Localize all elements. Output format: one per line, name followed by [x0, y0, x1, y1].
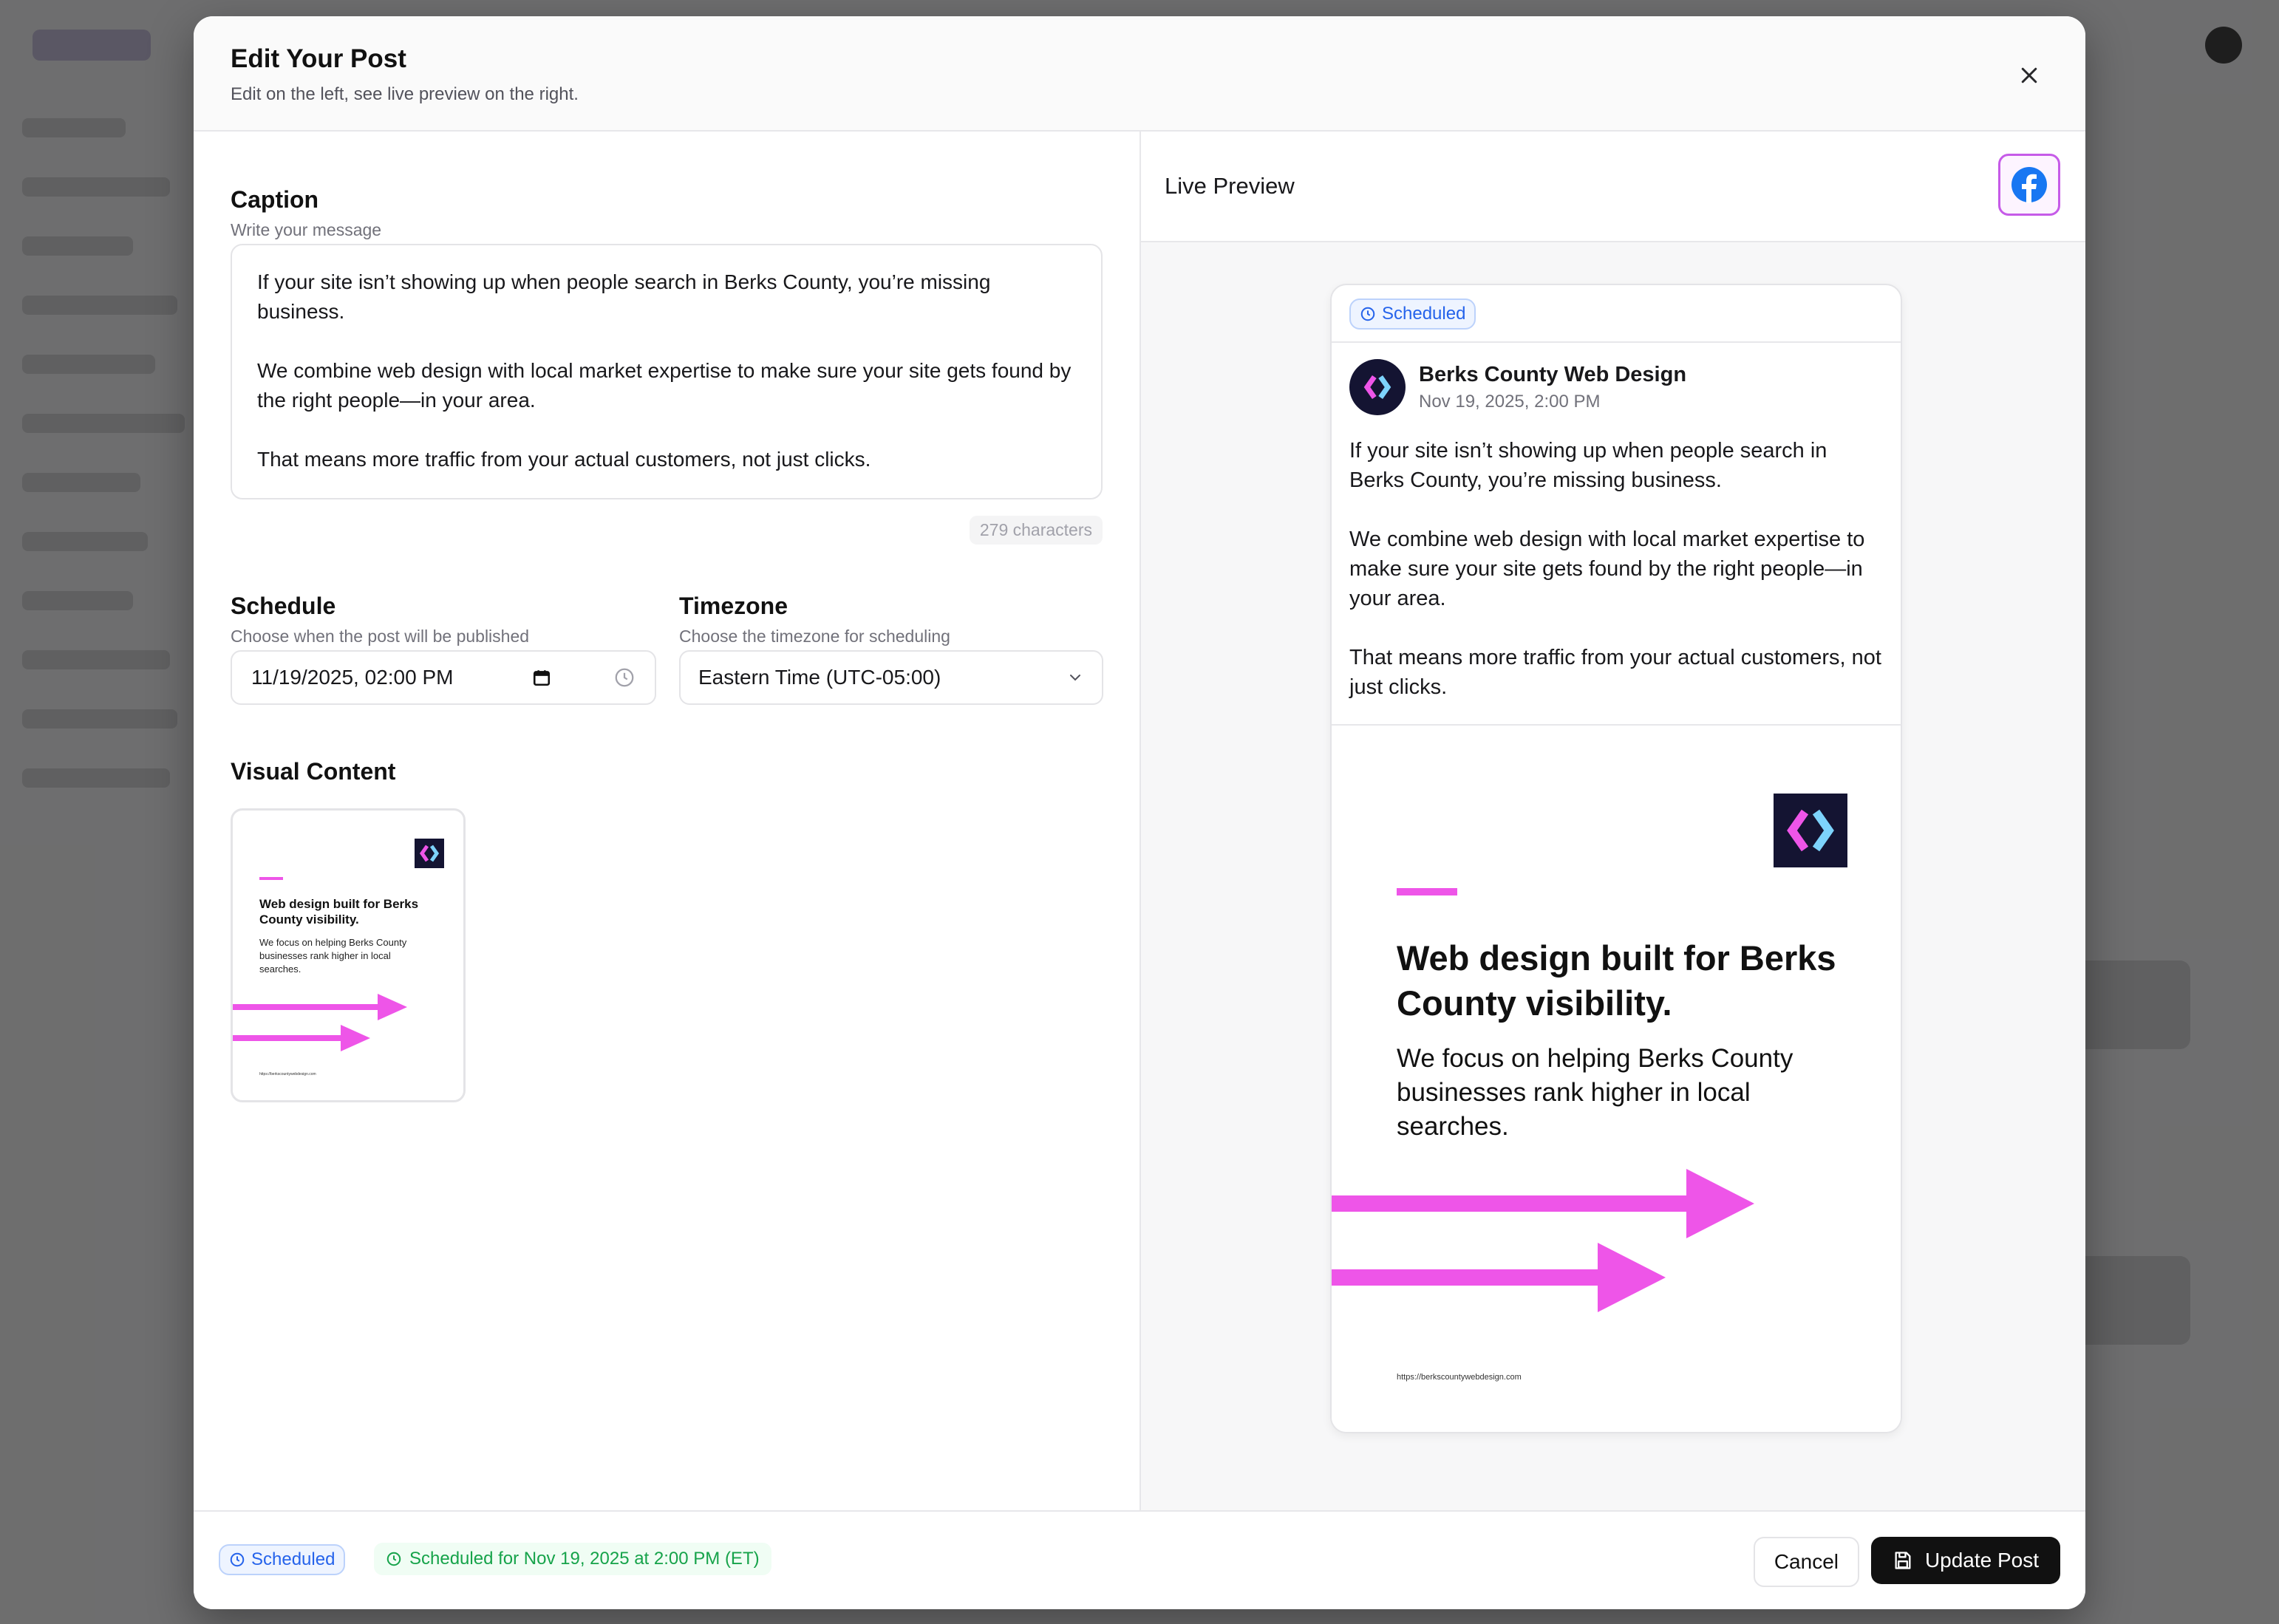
schedule-note-text: Scheduled for Nov 19, 2025 at 2:00 PM (E… [409, 1549, 760, 1569]
post-paragraph: We combine web design with local market … [1349, 528, 1865, 610]
character-count: 279 characters [969, 516, 1103, 545]
live-preview-panel: Live Preview Scheduled Berks County Web … [1141, 132, 2085, 1526]
preview-header: Live Preview [1141, 132, 2085, 242]
clock-icon [386, 1552, 401, 1566]
facebook-icon [2011, 167, 2047, 203]
avatar [1349, 359, 1406, 415]
schedule-datetime-input[interactable]: 11/19/2025, 02:00 PM [231, 650, 656, 705]
brand-logo [415, 839, 444, 868]
accent-bar [259, 877, 283, 880]
save-icon [1895, 1552, 1911, 1569]
facebook-platform-button[interactable] [1998, 154, 2060, 216]
close-button[interactable] [2010, 56, 2048, 95]
thumbnail-url: https://berkscountywebdesign.com [259, 1072, 316, 1077]
edit-post-modal: Edit Your Post Edit on the left, see liv… [194, 16, 2085, 1609]
caption-subtitle: Write your message [231, 220, 382, 239]
modal-footer: Scheduled Scheduled for Nov 19, 2025 at … [194, 1510, 2085, 1609]
clock-icon [615, 668, 634, 687]
timezone-select[interactable]: Eastern Time (UTC-05:00) [679, 650, 1103, 705]
post-paragraph: That means more traffic from your actual… [1349, 646, 1881, 699]
image-body: We focus on helping Berks County busines… [1397, 1044, 1793, 1141]
post-date: Nov 19, 2025, 2:00 PM [1419, 391, 1601, 412]
editor-panel: Caption Write your message If your site … [194, 132, 1141, 1526]
arrow-graphic [1332, 1169, 1754, 1312]
accent-bar [1397, 888, 1457, 895]
post-author: Berks County Web Design Nov 19, 2025, 2:… [1349, 359, 1686, 415]
visual-content-thumbnail[interactable]: Web design built for Berks County visibi… [231, 808, 466, 1102]
thumbnail-body: We focus on helping Berks County busines… [259, 937, 407, 975]
caption-paragraph: If your site isn’t showing up when peopl… [257, 270, 991, 323]
timezone-subtitle: Choose the timezone for scheduling [679, 627, 950, 646]
author-name: Berks County Web Design [1419, 362, 1687, 386]
timezone-title: Timezone [679, 593, 788, 619]
post-status-bar: Scheduled [1332, 285, 1901, 343]
cancel-button[interactable]: Cancel [1753, 1537, 1859, 1587]
visual-content-title: Visual Content [231, 758, 396, 785]
post-paragraph: If your site isn’t showing up when peopl… [1349, 439, 1827, 492]
post-text: If your site isn’t showing up when peopl… [1349, 436, 1881, 731]
modal-header: Edit Your Post Edit on the left, see liv… [194, 16, 2085, 132]
post-image: Web design built for Berks County visibi… [1332, 724, 1901, 1432]
schedule-note: Scheduled for Nov 19, 2025 at 2:00 PM (E… [374, 1543, 771, 1575]
update-post-label: Update Post [1924, 1549, 2040, 1572]
timezone-value: Eastern Time (UTC-05:00) [698, 666, 941, 689]
modal-title: Edit Your Post [231, 44, 406, 73]
modal-subtitle: Edit on the left, see live preview on th… [231, 84, 579, 104]
status-badge-label: Scheduled [1382, 304, 1466, 324]
schedule-subtitle: Choose when the post will be published [231, 627, 530, 646]
arrow-graphic [233, 994, 407, 1051]
status-badge: Scheduled [1349, 298, 1476, 330]
clock-icon [1360, 307, 1375, 321]
chevron-down-icon [1070, 675, 1080, 681]
update-post-button[interactable]: Update Post [1871, 1537, 2060, 1584]
image-headline: Web design built for Berks County visibi… [1397, 938, 1836, 1023]
status-badge: Scheduled [219, 1544, 346, 1575]
caption-paragraph: We combine web design with local market … [257, 359, 1072, 412]
brand-logo [1774, 794, 1847, 867]
status-badge-label: Scheduled [251, 1549, 335, 1569]
live-preview-label: Live Preview [1165, 173, 1295, 199]
thumbnail-headline: Web design built for Berks County visibi… [259, 897, 419, 927]
image-url: https://berkscountywebdesign.com [1397, 1373, 1522, 1382]
clock-icon [230, 1552, 245, 1567]
schedule-datetime-value: 11/19/2025, 02:00 PM [251, 666, 454, 689]
schedule-title: Schedule [231, 593, 336, 619]
caption-title: Caption [231, 186, 319, 213]
caption-paragraph: That means more traffic from your actual… [257, 448, 871, 471]
post-preview-card: Scheduled Berks County Web Design Nov 19… [1330, 284, 1902, 1433]
close-icon [2021, 67, 2037, 83]
caption-textarea[interactable]: If your site isn’t showing up when peopl… [231, 244, 1103, 499]
calendar-icon[interactable] [532, 668, 551, 687]
